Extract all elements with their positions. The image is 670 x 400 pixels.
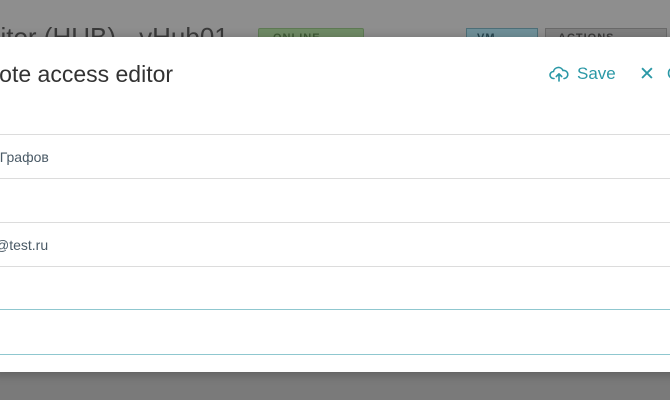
focused-input-field[interactable]: s (0, 309, 670, 355)
save-button[interactable]: Save (549, 62, 616, 86)
name-field-value: и Графов (0, 149, 49, 165)
remote-access-editor-dialog: mote access editor Save ✕ C и Графов v@t… (0, 37, 670, 372)
close-button[interactable]: ✕ C (639, 62, 670, 86)
cloud-upload-icon (549, 66, 569, 82)
field-2[interactable] (0, 178, 670, 223)
name-field[interactable]: и Графов (0, 134, 670, 179)
email-field-value: v@test.ru (0, 237, 49, 253)
background-footer (0, 372, 670, 400)
email-field[interactable]: v@test.ru (0, 222, 670, 267)
save-button-label: Save (577, 64, 616, 83)
field-4[interactable] (0, 266, 670, 311)
close-icon: ✕ (639, 63, 655, 85)
dialog-title: mote access editor (0, 61, 174, 87)
background-page-header: ditor (HUB) - vHub01 ONLINE VM ACTIONS (0, 0, 670, 50)
